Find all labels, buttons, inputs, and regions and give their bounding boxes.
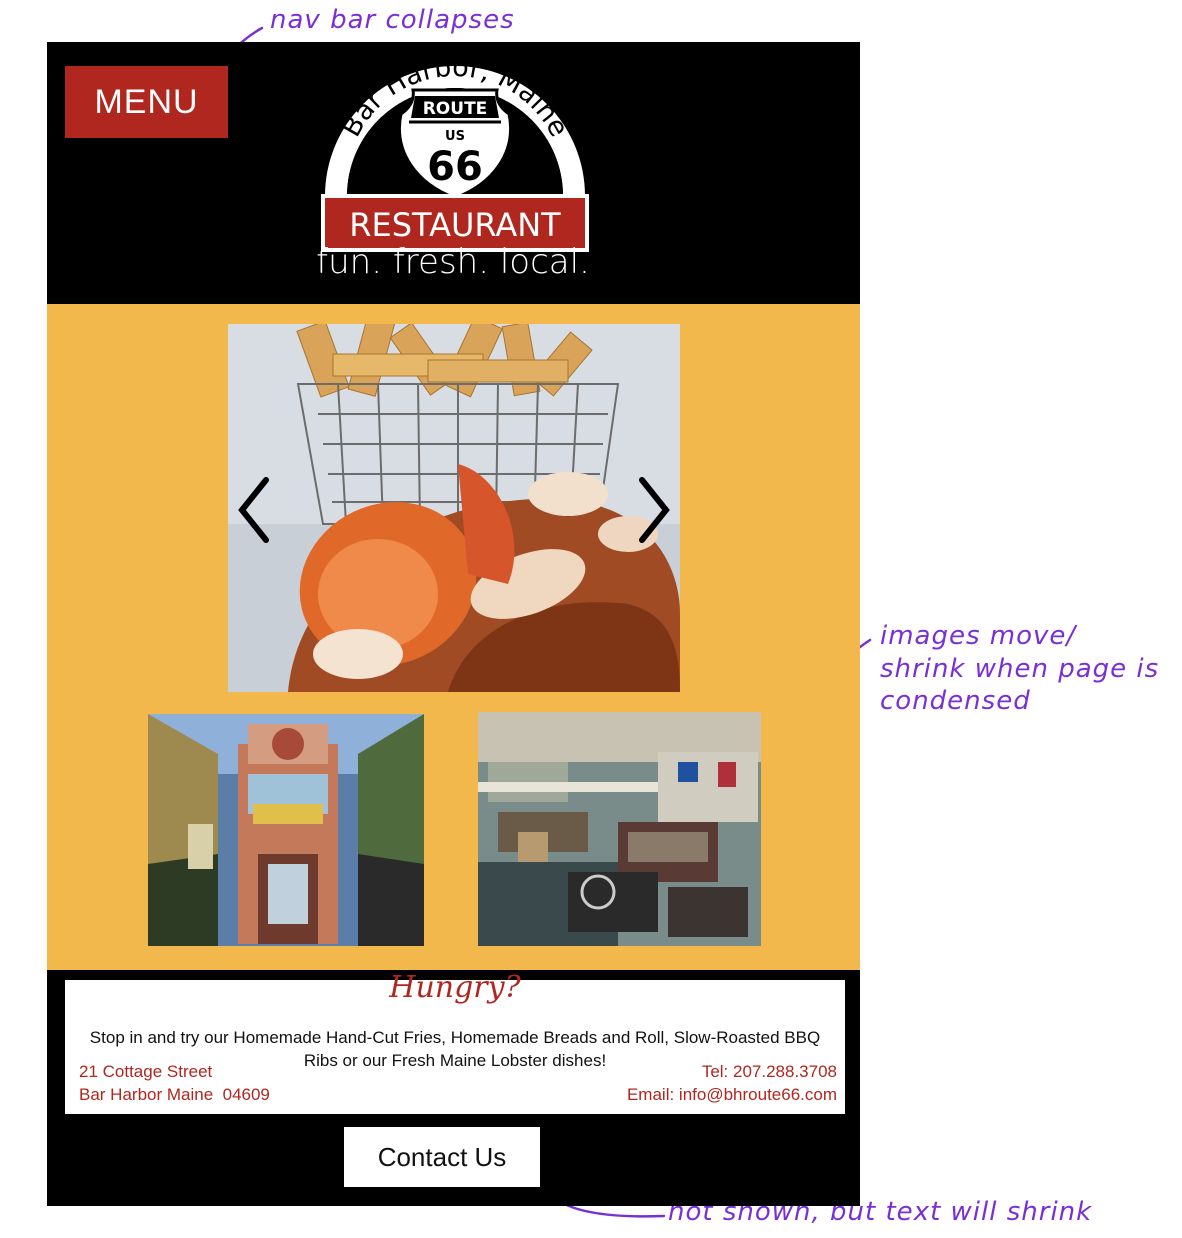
- carousel[interactable]: [228, 324, 680, 692]
- shield-top-text: ROUTE: [423, 99, 488, 119]
- photo-restaurant-interior: [478, 712, 761, 946]
- photo-restaurant-exterior: [148, 714, 424, 946]
- address-city: Bar Harbor Maine 04609: [79, 1085, 270, 1104]
- shield-num-text: 66: [427, 144, 483, 190]
- carousel-image-lobster-roll: [228, 324, 680, 692]
- email-link[interactable]: Email: info@bhroute66.com: [627, 1083, 837, 1106]
- hungry-heading: Hungry?: [389, 970, 521, 1005]
- info-box: Hungry? Stop in and try our Homemade Han…: [65, 970, 845, 1114]
- contact-us-button[interactable]: Contact Us: [344, 1127, 540, 1187]
- annotation-nav: nav bar collapses: [270, 5, 515, 35]
- chevron-right-icon[interactable]: [632, 474, 676, 546]
- website-mockup: MENU Bar Harbor, Maine ROUTE US 66 RESTA…: [47, 42, 860, 1206]
- chevron-left-icon[interactable]: [232, 474, 276, 546]
- shield-mid-text: US: [445, 129, 465, 144]
- image-gallery: [47, 304, 860, 970]
- site-header: MENU Bar Harbor, Maine ROUTE US 66 RESTA…: [47, 42, 860, 304]
- tagline: fun. fresh. local.: [316, 242, 590, 282]
- menu-button[interactable]: MENU: [65, 66, 228, 138]
- address-street: 21 Cottage Street: [79, 1062, 213, 1081]
- phone-link[interactable]: Tel: 207.288.3708: [702, 1060, 837, 1083]
- annotation-images: images move/ shrink when page is condens…: [880, 621, 1160, 716]
- logo-banner-text: RESTAURANT: [349, 206, 561, 244]
